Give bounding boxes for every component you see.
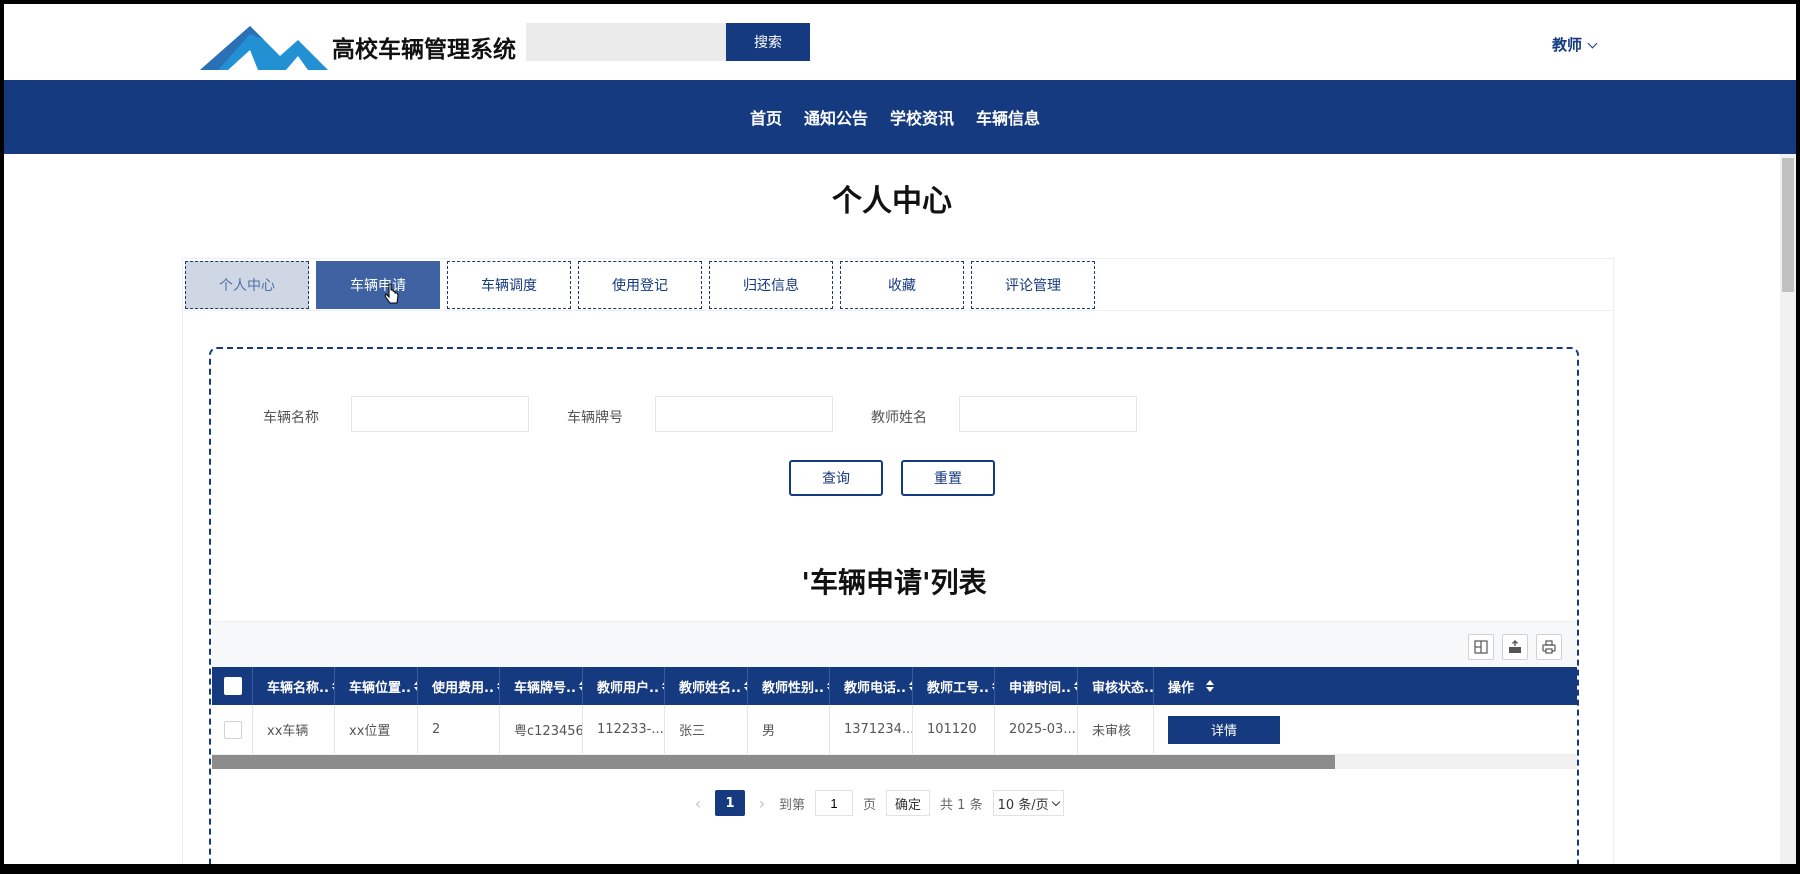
sort-icon[interactable]	[1206, 680, 1215, 692]
column-header-actions[interactable]: 操作	[1154, 667, 1577, 705]
teacher-name-label: 教师姓名	[871, 410, 927, 426]
main-nav: 首页 通知公告 学校资讯 车辆信息	[4, 80, 1796, 154]
teacher-name-input[interactable]	[959, 396, 1137, 432]
cell-teacher-name: 张三	[665, 705, 748, 754]
detail-button[interactable]: 详情	[1168, 715, 1280, 744]
page-unit-label: 页	[863, 797, 877, 813]
cell-vehicle-location: xx位置	[335, 705, 418, 754]
print-icon[interactable]	[1536, 634, 1562, 660]
column-header-teacher-name[interactable]: 教师姓名..	[665, 667, 748, 705]
horizontal-scrollbar[interactable]	[212, 755, 1577, 769]
mountain-logo-icon[interactable]	[198, 18, 328, 74]
browser-viewport: 高校车辆管理系统 搜索 教师 首页 通知公告 学校资讯 车辆信息 个人中心 个人…	[4, 4, 1796, 864]
horizontal-scroll-thumb[interactable]	[212, 755, 1335, 769]
table-header: 车辆名称.. 车辆位置.. 使用费用.. 车辆牌号.. 教师用户.. 教师姓名.…	[212, 667, 1577, 705]
pagination: ‹ 1 › 到第 页 确定 共 1 条 10 条/页	[691, 789, 1064, 817]
goto-confirm-button[interactable]: 确定	[886, 790, 931, 816]
cell-vehicle-name: xx车辆	[253, 705, 335, 754]
tab-personal-center[interactable]: 个人中心	[185, 261, 309, 309]
tab-usage-registration[interactable]: 使用登记	[578, 261, 702, 309]
total-count: 共 1 条	[940, 797, 983, 813]
column-header-teacher-account[interactable]: 教师用户..	[583, 667, 665, 705]
vertical-scroll-thumb[interactable]	[1782, 158, 1794, 292]
nav-item-notices[interactable]: 通知公告	[804, 105, 868, 129]
plate-number-label: 车辆牌号	[567, 410, 623, 426]
column-header-plate-number[interactable]: 车辆牌号..	[500, 667, 583, 705]
vehicle-name-input[interactable]	[351, 396, 529, 432]
search-button[interactable]: 搜索	[726, 23, 810, 61]
current-page[interactable]: 1	[715, 790, 745, 816]
tab-favorites[interactable]: 收藏	[840, 261, 964, 309]
table-toolbar	[212, 621, 1577, 669]
column-header-teacher-phone[interactable]: 教师电话..	[830, 667, 913, 705]
tab-vehicle-application[interactable]: 车辆申请	[316, 261, 440, 309]
page-title: 个人中心	[832, 184, 952, 219]
tab-return-info[interactable]: 归还信息	[709, 261, 833, 309]
reset-button[interactable]: 重置	[901, 460, 995, 496]
user-menu-dropdown[interactable]: 教师	[1552, 34, 1598, 55]
next-page-icon[interactable]: ›	[755, 794, 769, 813]
vehicle-name-label: 车辆名称	[263, 410, 319, 426]
columns-icon[interactable]	[1468, 634, 1494, 660]
page-size-select[interactable]: 10 条/页	[992, 790, 1064, 816]
personal-center-panel: 个人中心 车辆申请 车辆调度 使用登记 归还信息 收藏 评论管理 车辆名称 车辆…	[182, 258, 1614, 864]
cell-actions: 详情	[1154, 705, 1577, 754]
tab-comment-management[interactable]: 评论管理	[971, 261, 1095, 309]
table-row: xx车辆 xx位置 2 粤c123456 112233-... 张三 男 137…	[212, 705, 1577, 755]
top-header: 高校车辆管理系统 搜索 教师	[4, 4, 1796, 80]
prev-page-icon[interactable]: ‹	[691, 794, 705, 813]
cell-apply-time: 2025-03...	[995, 705, 1078, 754]
nav-item-news[interactable]: 学校资讯	[890, 105, 954, 129]
column-header-vehicle-name[interactable]: 车辆名称..	[253, 667, 335, 705]
row-checkbox[interactable]	[224, 720, 242, 739]
list-title: '车辆申请'列表	[801, 566, 987, 599]
cell-review-status: 未审核	[1078, 705, 1154, 754]
select-all-checkbox[interactable]	[224, 677, 242, 695]
site-title: 高校车辆管理系统	[332, 37, 516, 63]
cell-usage-fee: 2	[418, 705, 500, 754]
column-header-review-status[interactable]: 审核状态..	[1078, 667, 1154, 705]
mouse-cursor-icon	[384, 283, 399, 304]
select-all-cell	[212, 667, 253, 705]
column-header-apply-time[interactable]: 申请时间..	[995, 667, 1078, 705]
goto-label: 到第	[779, 797, 806, 813]
tab-vehicle-dispatch[interactable]: 车辆调度	[447, 261, 571, 309]
column-header-teacher-id[interactable]: 教师工号..	[913, 667, 995, 705]
export-icon[interactable]	[1502, 634, 1528, 660]
cell-plate-number: 粤c123456	[500, 705, 583, 754]
vehicle-application-content: 车辆名称 车辆牌号 教师姓名 查询 重置 '车辆申请'列表 车辆名称.. 车辆位…	[209, 347, 1579, 864]
vertical-scrollbar[interactable]	[1780, 154, 1796, 864]
column-header-vehicle-location[interactable]: 车辆位置..	[335, 667, 418, 705]
search-input[interactable]	[526, 23, 726, 61]
column-header-teacher-gender[interactable]: 教师性别..	[748, 667, 830, 705]
cell-teacher-account: 112233-...	[583, 705, 665, 754]
cell-teacher-gender: 男	[748, 705, 830, 754]
row-select-cell	[212, 705, 253, 754]
cell-teacher-phone: 1371234...	[830, 705, 913, 754]
nav-item-vehicles[interactable]: 车辆信息	[976, 105, 1040, 129]
page-size-value: 10 条/页	[997, 797, 1049, 813]
column-header-usage-fee[interactable]: 使用费用..	[418, 667, 500, 705]
user-role-label: 教师	[1552, 36, 1583, 54]
cell-teacher-id: 101120	[913, 705, 995, 754]
chevron-down-icon	[1587, 38, 1598, 48]
chevron-down-icon	[1051, 797, 1060, 806]
plate-number-input[interactable]	[655, 396, 833, 432]
query-button[interactable]: 查询	[789, 460, 883, 496]
nav-item-home[interactable]: 首页	[750, 105, 782, 129]
goto-page-input[interactable]	[815, 790, 854, 816]
